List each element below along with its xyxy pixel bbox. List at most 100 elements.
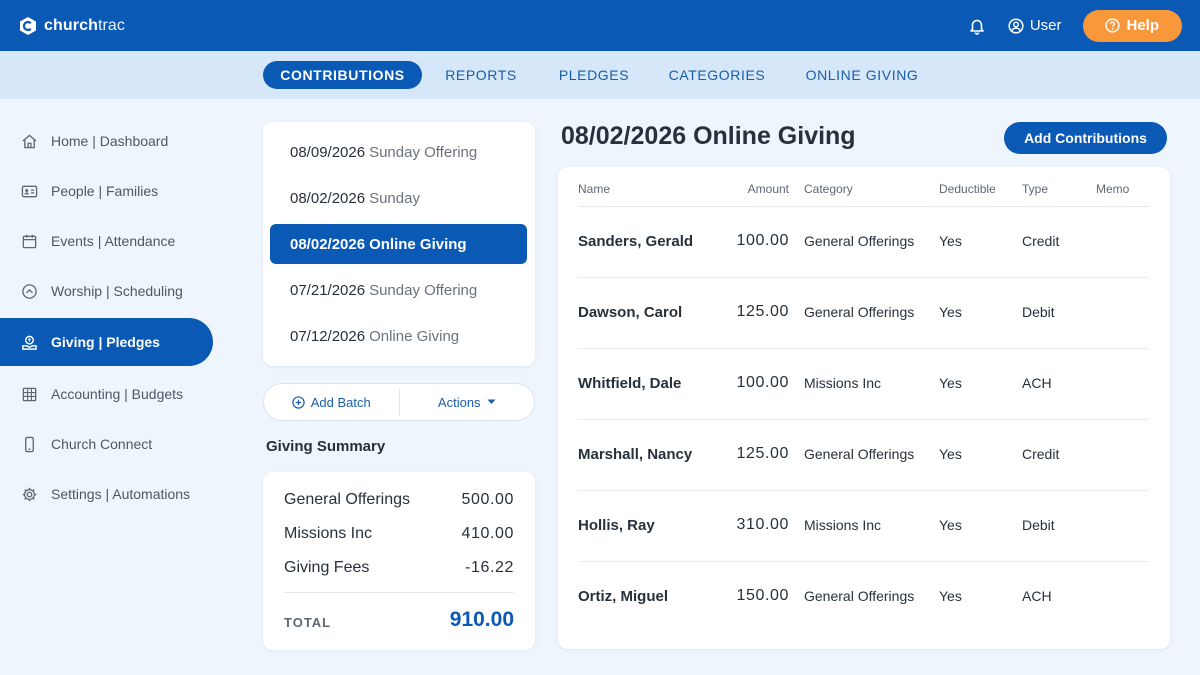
sidebar-item-settings[interactable]: Settings | Automations — [0, 470, 213, 518]
table-row[interactable]: Marshall, Nancy 125.00 General Offerings… — [558, 420, 1170, 491]
cell-amount: 125.00 — [736, 303, 789, 320]
question-circle-icon — [1105, 18, 1121, 33]
summary-value: 500.00 — [461, 491, 514, 508]
sidebar-item-giving[interactable]: Giving | Pledges — [0, 318, 213, 366]
cell-name: Whitfield, Dale — [578, 375, 682, 392]
cell-category: Missions Inc — [804, 375, 882, 391]
column-header-category[interactable]: Category — [804, 182, 853, 196]
plus-circle-icon — [292, 395, 305, 409]
summary-row: General Offerings 500.00 — [284, 491, 514, 509]
sidebar-item-home[interactable]: Home | Dashboard — [0, 117, 213, 165]
batch-name: Sunday Offering — [369, 143, 478, 161]
tab-categories[interactable]: CATEGORIES — [662, 61, 772, 89]
batch-date: 07/21/2026 — [290, 281, 366, 299]
cell-type: Debit — [1022, 304, 1055, 320]
sidebar-item-label: Church Connect — [51, 436, 153, 452]
batch-item[interactable]: 08/02/2026 Sunday — [270, 178, 527, 218]
add-batch-button[interactable]: Add Batch — [264, 384, 399, 420]
calendar-icon — [22, 234, 37, 248]
sidebar-item-events[interactable]: Events | Attendance — [0, 217, 213, 265]
table-row[interactable]: Dawson, Carol 125.00 General Offerings Y… — [558, 278, 1170, 349]
cell-type: Credit — [1022, 233, 1060, 249]
table-row[interactable]: Ortiz, Miguel 150.00 General Offerings Y… — [558, 562, 1170, 633]
cell-amount: 150.00 — [736, 587, 789, 604]
sidebar-item-people[interactable]: People | Families — [0, 167, 213, 215]
grid-icon — [22, 387, 37, 401]
actions-label: Actions — [437, 394, 481, 410]
summary-row: Giving Fees -16.22 — [284, 559, 514, 577]
table-row[interactable]: Whitfield, Dale 100.00 Missions Inc Yes … — [558, 349, 1170, 420]
cell-type: Credit — [1022, 446, 1060, 462]
batch-date: 08/02/2026 — [290, 189, 366, 207]
help-label: Help — [1126, 17, 1159, 34]
tab-contributions[interactable]: CONTRIBUTIONS — [263, 61, 422, 89]
contributions-table: Name Amount Category Deductible Type Mem… — [558, 167, 1170, 649]
table-row[interactable]: Sanders, Gerald 100.00 General Offerings… — [558, 207, 1170, 278]
batch-name: Sunday Offering — [369, 281, 478, 299]
cell-name: Marshall, Nancy — [578, 446, 693, 463]
batch-name: Online Giving — [369, 235, 467, 253]
summary-divider — [284, 592, 514, 593]
cell-name: Dawson, Carol — [578, 304, 683, 321]
sidebar: Home | Dashboard People | Families Event… — [0, 99, 240, 675]
cell-category: General Offerings — [804, 446, 915, 462]
giving-hand-icon — [22, 335, 37, 350]
cell-amount: 310.00 — [736, 516, 789, 533]
batch-date: 08/09/2026 — [290, 143, 366, 161]
user-circle-icon — [1008, 17, 1024, 34]
column-header-deductible[interactable]: Deductible — [939, 182, 996, 196]
batch-date: 07/12/2026 — [290, 327, 366, 345]
home-icon — [22, 134, 37, 148]
cell-name: Sanders, Gerald — [578, 233, 694, 250]
phone-icon — [25, 436, 34, 452]
sidebar-item-worship[interactable]: Worship | Scheduling — [0, 267, 213, 315]
cell-category: Missions Inc — [804, 517, 882, 533]
batch-item[interactable]: 07/21/2026 Sunday Offering — [270, 270, 527, 310]
user-label: User — [1029, 17, 1062, 34]
sidebar-item-accounting[interactable]: Accounting | Budgets — [0, 370, 213, 418]
column-header-name[interactable]: Name — [578, 182, 610, 196]
sidebar-item-church-connect[interactable]: Church Connect — [0, 420, 213, 468]
batch-actions-bar: Add Batch Actions — [263, 383, 535, 421]
summary-label: Giving Fees — [284, 559, 370, 576]
batch-list: 08/09/2026 Sunday Offering 08/02/2026 Sund… — [263, 122, 535, 366]
bell-icon[interactable] — [968, 17, 986, 35]
cell-category: General Offerings — [804, 233, 915, 249]
cell-type: Debit — [1022, 517, 1055, 533]
brand-logo[interactable]: churchtrac — [18, 16, 125, 36]
column-header-amount[interactable]: Amount — [748, 182, 789, 196]
summary-value: -16.22 — [465, 559, 514, 576]
sidebar-item-label: People | Families — [51, 183, 159, 199]
column-header-memo[interactable]: Memo — [1096, 182, 1129, 196]
tab-reports[interactable]: REPORTS — [440, 61, 522, 89]
chevron-circle-icon — [22, 283, 37, 299]
cell-name: Ortiz, Miguel — [578, 588, 668, 605]
summary-label: General Offerings — [284, 491, 410, 508]
user-menu[interactable]: User — [1008, 17, 1062, 34]
batch-name: Online Giving — [369, 327, 460, 345]
gear-icon — [22, 487, 37, 501]
actions-dropdown[interactable]: Actions — [400, 384, 535, 420]
sidebar-item-label: Accounting | Budgets — [51, 386, 184, 402]
cell-amount: 100.00 — [736, 374, 789, 391]
id-card-icon — [21, 185, 38, 197]
batch-item[interactable]: 08/09/2026 Sunday Offering — [270, 132, 527, 172]
total-value: 910.00 — [449, 608, 514, 631]
sidebar-item-label: Giving | Pledges — [51, 334, 160, 350]
cell-deductible: Yes — [939, 375, 962, 391]
batch-name: Sunday — [369, 189, 420, 207]
table-row[interactable]: Hollis, Ray 310.00 Missions Inc Yes Debi… — [558, 491, 1170, 562]
batch-date: 08/02/2026 — [290, 235, 366, 253]
cell-deductible: Yes — [939, 588, 962, 604]
column-header-type[interactable]: Type — [1022, 182, 1048, 196]
cell-deductible: Yes — [939, 517, 962, 533]
summary-label: Missions Inc — [284, 525, 373, 542]
cell-amount: 100.00 — [736, 232, 789, 249]
batch-item[interactable]: 07/12/2026 Online Giving — [270, 316, 527, 356]
tab-online-giving[interactable]: ONLINE GIVING — [798, 61, 926, 89]
batch-item-selected[interactable]: 08/02/2026 Online Giving — [270, 224, 527, 264]
add-contributions-button[interactable]: Add Contributions — [1004, 122, 1167, 154]
tab-pledges[interactable]: PLEDGES — [552, 61, 636, 89]
cell-deductible: Yes — [939, 233, 962, 249]
help-button[interactable]: Help — [1083, 9, 1182, 42]
